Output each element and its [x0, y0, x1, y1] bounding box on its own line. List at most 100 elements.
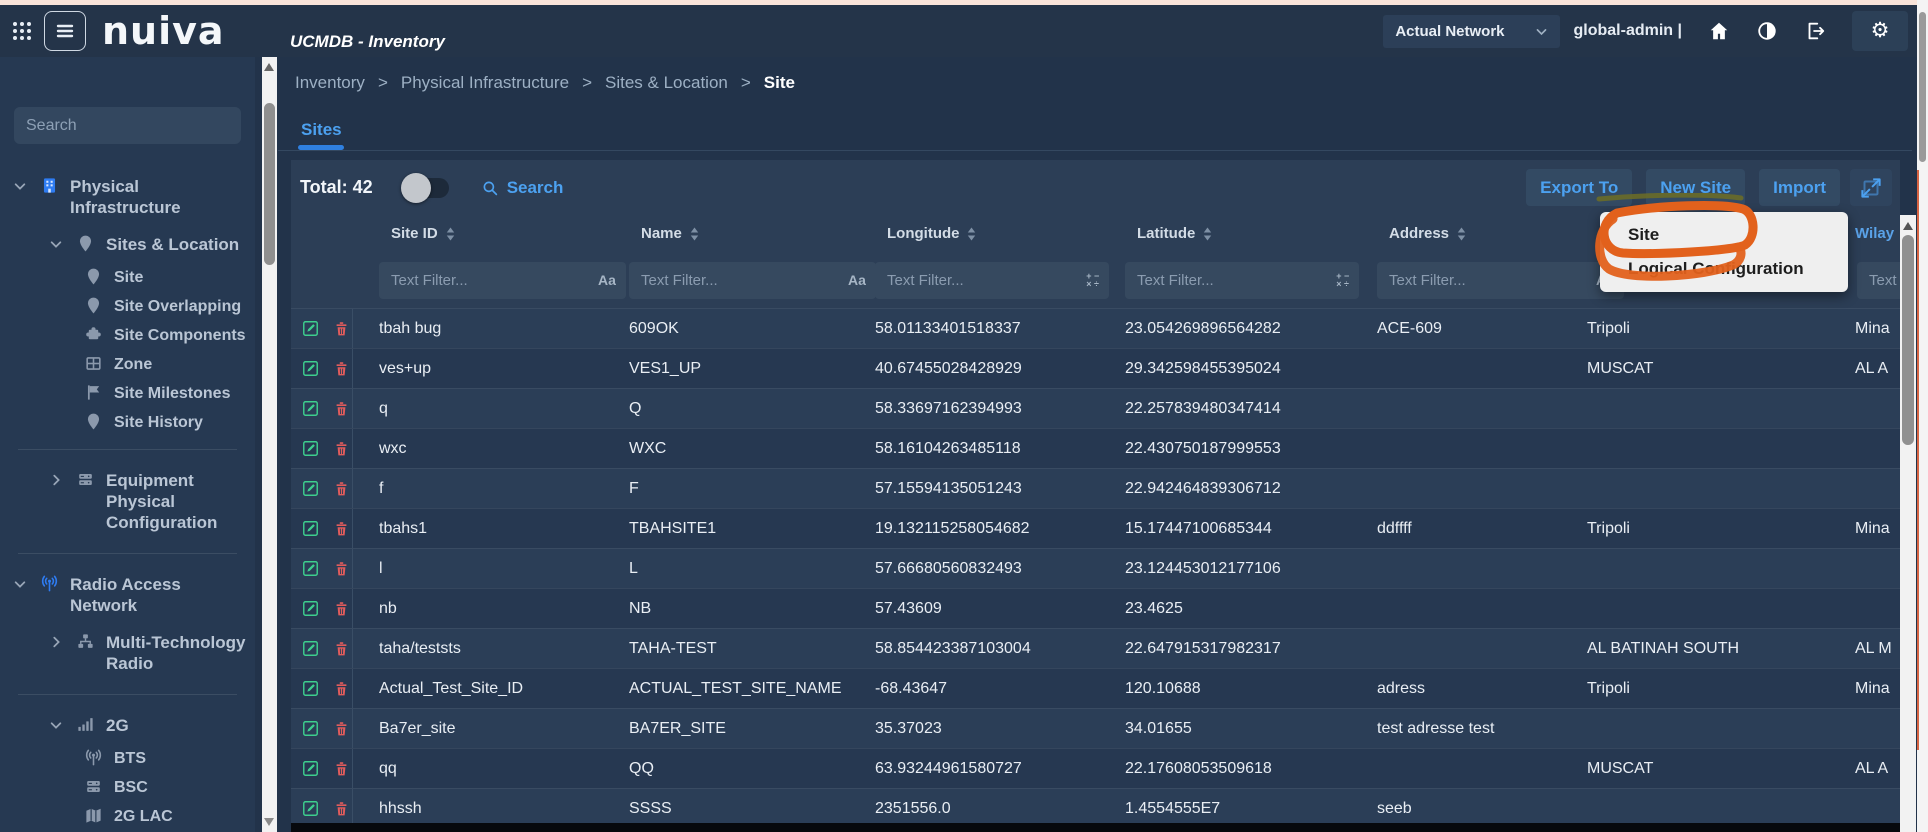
edit-icon[interactable] — [301, 319, 320, 338]
edit-icon[interactable] — [301, 719, 320, 738]
edit-icon[interactable] — [301, 399, 320, 418]
sidebar-scrollbar-thumb[interactable] — [264, 103, 275, 265]
contrast-icon[interactable] — [1756, 20, 1778, 42]
table-row[interactable]: tbah bug609OK58.0113340151833723.0542698… — [291, 308, 1900, 348]
filter-input-address[interactable] — [1387, 271, 1590, 290]
delete-icon[interactable] — [333, 640, 350, 658]
sidebar-item-radio-access-network[interactable]: Radio Access Network — [0, 566, 255, 624]
edit-icon[interactable] — [301, 759, 320, 778]
edit-icon[interactable] — [301, 639, 320, 658]
sidebar-item-site-overlapping[interactable]: Site Overlapping — [0, 292, 255, 321]
logout-icon[interactable] — [1804, 20, 1826, 42]
chevron-right-icon[interactable] — [48, 635, 64, 649]
scroll-up-arrow-icon[interactable] — [1903, 222, 1913, 230]
breadcrumb-item-physical-infrastructure[interactable]: Physical Infrastructure — [401, 73, 569, 93]
delete-icon[interactable] — [333, 680, 350, 698]
delete-icon[interactable] — [333, 560, 350, 578]
edit-icon[interactable] — [301, 799, 320, 818]
numeric-filter-icon[interactable]: + −× ÷ — [1086, 272, 1099, 288]
tab-sites[interactable]: Sites — [301, 120, 342, 140]
filter-input-wilay[interactable] — [1867, 271, 1900, 290]
delete-icon[interactable] — [333, 480, 350, 498]
delete-icon[interactable] — [333, 320, 350, 338]
chevron-down-icon[interactable] — [48, 237, 64, 251]
edit-icon[interactable] — [301, 359, 320, 378]
filter-input-site-id[interactable] — [389, 271, 592, 290]
column-header-name[interactable]: Name — [603, 225, 849, 242]
chevron-down-icon[interactable] — [12, 577, 28, 591]
column-header-address[interactable]: Address — [1351, 225, 1561, 242]
settings-button[interactable]: ⚙ — [1852, 11, 1908, 51]
import-button[interactable]: Import — [1759, 169, 1840, 206]
column-header-site-id[interactable]: Site ID — [353, 225, 603, 242]
table-row[interactable]: wxcWXC58.1610426348511822.43075018799955… — [291, 428, 1900, 468]
edit-icon[interactable] — [301, 599, 320, 618]
delete-icon[interactable] — [333, 800, 350, 818]
table-row[interactable]: qqQQ63.9324496158072722.17608053509618MU… — [291, 748, 1900, 788]
horizontal-scrollbar[interactable] — [291, 823, 1900, 832]
delete-icon[interactable] — [333, 720, 350, 738]
delete-icon[interactable] — [333, 360, 350, 378]
sidebar-item-multi-technology-radio[interactable]: Multi-Technology Radio — [0, 624, 255, 682]
table-row[interactable]: tbahs1TBAHSITE119.13211525805468215.1744… — [291, 508, 1900, 548]
table-row[interactable]: Ba7er_siteBA7ER_SITE35.3702334.01655test… — [291, 708, 1900, 748]
sidebar-item-2g-lac[interactable]: 2G LAC — [0, 802, 255, 831]
table-row[interactable]: lL57.6668056083249323.124453012177106 — [291, 548, 1900, 588]
sidebar-item-site[interactable]: Site — [0, 263, 255, 292]
edit-icon[interactable] — [301, 519, 320, 538]
table-row[interactable]: Actual_Test_Site_IDACTUAL_TEST_SITE_NAME… — [291, 668, 1900, 708]
delete-icon[interactable] — [333, 440, 350, 458]
search-button[interactable]: Search — [481, 178, 564, 198]
chevron-down-icon[interactable] — [48, 718, 64, 732]
scroll-down-arrow-icon[interactable] — [264, 818, 274, 826]
breadcrumb-item-inventory[interactable]: Inventory — [295, 73, 365, 93]
app-launcher-icon[interactable] — [10, 19, 34, 43]
table-scrollbar-thumb[interactable] — [1902, 235, 1914, 445]
sidebar-search-input[interactable] — [14, 107, 241, 144]
breadcrumb-item-sites-location[interactable]: Sites & Location — [605, 73, 728, 93]
table-row[interactable]: taha/teststsTAHA-TEST58.8544233871030042… — [291, 628, 1900, 668]
delete-icon[interactable] — [333, 600, 350, 618]
edit-icon[interactable] — [301, 439, 320, 458]
sidebar-item-zone[interactable]: Zone — [0, 350, 255, 379]
chevron-down-icon[interactable] — [12, 179, 28, 193]
delete-icon[interactable] — [333, 520, 350, 538]
table-row[interactable]: nbNB57.4360923.4625 — [291, 588, 1900, 628]
sidebar-item-equipment-physical-configuration[interactable]: Equipment Physical Configuration — [0, 462, 255, 541]
sidebar-item-bts[interactable]: BTS — [0, 744, 255, 773]
chevron-right-icon[interactable] — [48, 473, 64, 487]
sidebar-item-sites-location[interactable]: Sites & Location — [0, 226, 255, 263]
filter-input-name[interactable] — [639, 271, 842, 290]
menu-button[interactable] — [44, 11, 86, 51]
column-header-longitude[interactable]: Longitude — [849, 225, 1099, 242]
scroll-up-arrow-icon[interactable] — [264, 63, 274, 71]
filter-input-longitude[interactable] — [885, 271, 1080, 290]
filter-input-latitude[interactable] — [1135, 271, 1330, 290]
table-row[interactable]: ves+upVES1_UP40.6745502842892929.3425984… — [291, 348, 1900, 388]
edit-icon[interactable] — [301, 559, 320, 578]
sidebar-item-site-milestones[interactable]: Site Milestones — [0, 379, 255, 408]
expand-table-button[interactable] — [1850, 169, 1892, 206]
filter-toggle[interactable] — [403, 178, 449, 198]
breadcrumb-item-site[interactable]: Site — [764, 73, 795, 93]
new-site-button[interactable]: New Site — [1646, 169, 1745, 206]
numeric-filter-icon[interactable]: + −× ÷ — [1336, 272, 1349, 288]
table-row[interactable]: fF57.1559413505124322.942464839306712 — [291, 468, 1900, 508]
column-header-latitude[interactable]: Latitude — [1099, 225, 1351, 242]
edit-icon[interactable] — [301, 479, 320, 498]
sidebar-item-bsc[interactable]: BSC — [0, 773, 255, 802]
table-row[interactable]: qQ58.3369716239499322.257839480347414 — [291, 388, 1900, 428]
sidebar-item-physical-infrastructure[interactable]: Physical Infrastructure — [0, 168, 255, 226]
edit-icon[interactable] — [301, 679, 320, 698]
table-row[interactable]: hhsshSSSS2351556.01.4554555E7seeb — [291, 788, 1900, 828]
export-to-button[interactable]: Export To — [1526, 169, 1632, 206]
sidebar-item-site-history[interactable]: Site History — [0, 408, 255, 437]
delete-icon[interactable] — [333, 760, 350, 778]
sidebar-item-site-components[interactable]: Site Components — [0, 321, 255, 350]
network-select[interactable]: Actual Network — [1383, 15, 1559, 48]
popup-item-site[interactable]: Site — [1628, 225, 1848, 245]
sidebar-item-2g[interactable]: 2G — [0, 707, 255, 744]
delete-icon[interactable] — [333, 400, 350, 418]
popup-item-logical-configuration[interactable]: Logical Configuration — [1628, 259, 1848, 279]
home-icon[interactable] — [1708, 20, 1730, 42]
